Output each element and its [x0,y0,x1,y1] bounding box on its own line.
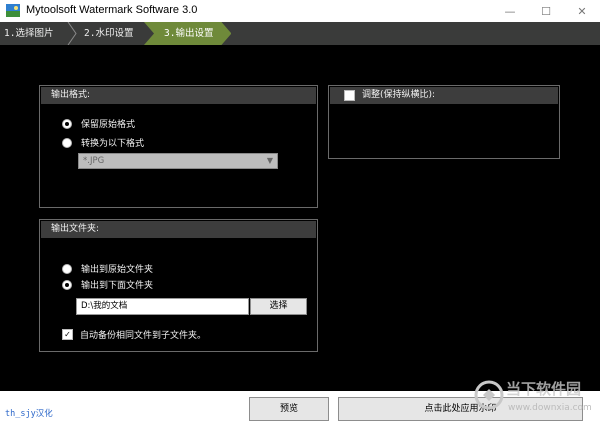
adjust-panel: 调整(保持纵横比): [328,85,560,159]
output-format-title: 输出格式: [41,87,316,104]
keep-format-option[interactable]: 保留原始格式 [62,117,135,130]
keep-format-label: 保留原始格式 [81,120,136,130]
backup-option[interactable]: ✓ 自动备份相同文件到子文件夹。 [62,328,206,341]
custom-folder-radio[interactable] [62,279,72,290]
tab-separator-icon [67,22,77,45]
tab-label: 2.水印设置 [84,28,134,39]
keep-format-radio[interactable] [62,118,72,129]
original-folder-radio[interactable] [62,263,72,274]
adjust-option[interactable]: 调整(保持纵横比): [344,87,435,104]
site-watermark-url: www.downxia.com [508,403,592,413]
preview-button[interactable]: 预览 [249,397,329,421]
tab-select-images[interactable]: 1.选择图片 [4,22,53,45]
translator-credit: th_sjy汉化 [5,409,53,419]
output-folder-title: 输出文件夹: [41,221,316,238]
convert-format-radio[interactable] [62,137,72,148]
tab-label: 1.选择图片 [4,28,54,39]
output-format-panel: 输出格式: 保留原始格式 转换为以下格式 *.JPG ▼ [39,85,318,208]
minimize-icon: — [504,4,516,18]
main-content: 输出格式: 保留原始格式 转换为以下格式 *.JPG ▼ 调整(保持纵横比): … [0,45,600,431]
tab-label: 3.输出设置 [164,28,214,39]
custom-folder-option[interactable]: 输出到下面文件夹 [62,278,153,291]
tab-watermark-settings[interactable]: 2.水印设置 [84,22,133,45]
output-folder-panel: 输出文件夹: 输出到原始文件夹 输出到下面文件夹 D:\我的文档 选择 ✓ 自动… [39,219,318,352]
minimize-button[interactable]: — [492,0,528,22]
browse-button[interactable]: 选择 [250,298,307,315]
site-watermark-brand: 当下软件园 [506,380,582,398]
window-title: Mytoolsoft Watermark Software 3.0 [26,4,198,16]
convert-format-option[interactable]: 转换为以下格式 [62,136,144,149]
folder-path-input[interactable]: D:\我的文档 [76,298,249,315]
adjust-checkbox[interactable] [344,90,355,101]
adjust-panel-header: 调整(保持纵横比): [330,87,558,104]
adjust-label: 调整(保持纵横比): [362,90,436,100]
tab-output-settings[interactable]: 3.输出设置 [144,22,231,45]
format-select-value: *.JPG [83,156,105,166]
maximize-icon: ☐ [541,4,551,18]
custom-folder-label: 输出到下面文件夹 [81,281,154,291]
backup-label: 自动备份相同文件到子文件夹。 [80,331,207,341]
format-select[interactable]: *.JPG ▼ [78,153,278,169]
chevron-down-icon: ▼ [266,156,273,165]
site-logo-icon [474,380,504,410]
convert-format-label: 转换为以下格式 [81,139,145,149]
app-icon [6,4,20,17]
backup-checkbox[interactable]: ✓ [62,329,73,340]
original-folder-label: 输出到原始文件夹 [81,265,154,275]
close-icon: ✕ [577,4,587,18]
step-tabs: 1.选择图片 2.水印设置 3.输出设置 [0,22,600,45]
title-bar: Mytoolsoft Watermark Software 3.0 — ☐ ✕ [0,0,600,22]
original-folder-option[interactable]: 输出到原始文件夹 [62,262,153,275]
close-button[interactable]: ✕ [564,0,600,22]
maximize-button[interactable]: ☐ [528,0,564,22]
